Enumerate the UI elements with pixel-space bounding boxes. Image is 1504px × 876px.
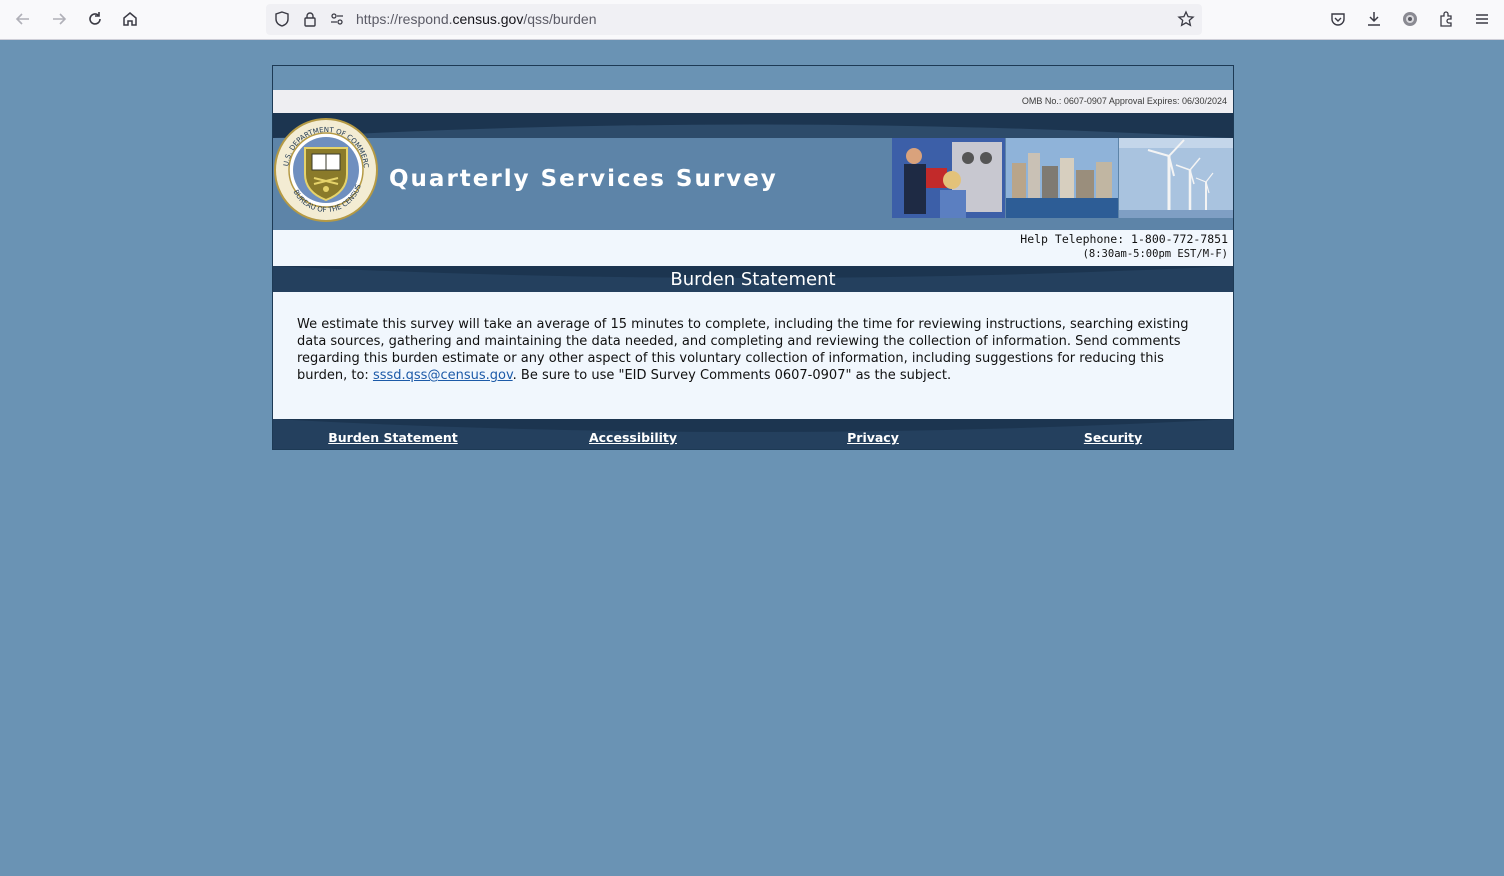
footer-nav: Burden Statement Accessibility Privacy S… (273, 419, 1233, 449)
bookmark-star-icon[interactable] (1177, 10, 1195, 28)
census-seal-logo: U.S. DEPARTMENT OF COMMERCE BUREAU OF TH… (274, 118, 378, 222)
help-contact-box: Help Telephone: 1-800-772-7851 (8:30am-5… (273, 230, 1233, 266)
url-prefix: https://respond. (356, 11, 453, 27)
burden-statement-content: We estimate this survey will take an ave… (273, 292, 1233, 419)
url-domain: census.gov (452, 11, 524, 27)
page-title: Burden Statement (670, 269, 836, 290)
browser-toolbar: https://respond.census.gov/qss/burden (0, 0, 1504, 40)
footer-link-burden-statement[interactable]: Burden Statement (328, 430, 458, 445)
survey-banner: U.S. DEPARTMENT OF COMMERCE BUREAU OF TH… (273, 118, 1233, 230)
banner-photo-collage (892, 138, 1233, 218)
footer-link-privacy[interactable]: Privacy (847, 430, 899, 445)
help-hours: (8:30am-5:00pm EST/M-F) (1082, 248, 1228, 260)
extensions-puzzle-icon[interactable] (1435, 8, 1457, 30)
tracking-shield-icon[interactable] (273, 10, 291, 28)
burden-body-text-end: . Be sure to use "EID Survey Comments 06… (512, 368, 952, 383)
address-bar[interactable]: https://respond.census.gov/qss/burden (266, 4, 1202, 35)
forward-arrow-icon[interactable] (48, 8, 70, 30)
lock-icon[interactable] (301, 10, 319, 28)
home-icon[interactable] (119, 8, 141, 30)
omb-approval-text: OMB No.: 0607-0907 Approval Expires: 06/… (1021, 96, 1227, 106)
survey-title: Quarterly Services Survey (389, 166, 778, 192)
help-telephone: Help Telephone: 1-800-772-7851 (1020, 232, 1228, 246)
footer-link-security[interactable]: Security (1084, 430, 1142, 445)
url-text[interactable]: https://respond.census.gov/qss/burden (356, 11, 597, 27)
back-arrow-icon[interactable] (12, 8, 34, 30)
survey-page: OMB No.: 0607-0907 Approval Expires: 06/… (272, 65, 1234, 450)
pocket-icon[interactable] (1327, 8, 1349, 30)
site-permissions-icon[interactable] (328, 10, 346, 28)
reload-icon[interactable] (84, 8, 106, 30)
top-strip (273, 66, 1233, 90)
footer-link-accessibility[interactable]: Accessibility (589, 430, 677, 445)
download-icon[interactable] (1363, 8, 1385, 30)
account-avatar-icon[interactable] (1399, 8, 1421, 30)
header-swoosh-band (273, 113, 1233, 138)
page-title-bar: Burden Statement (273, 266, 1233, 292)
email-link[interactable]: sssd.qss@census.gov (373, 368, 513, 383)
url-path: /qss/burden (523, 11, 597, 27)
burden-statement-text: We estimate this survey will take an ave… (297, 316, 1212, 384)
omb-bar: OMB No.: 0607-0907 Approval Expires: 06/… (273, 90, 1233, 113)
menu-hamburger-icon[interactable] (1471, 8, 1493, 30)
